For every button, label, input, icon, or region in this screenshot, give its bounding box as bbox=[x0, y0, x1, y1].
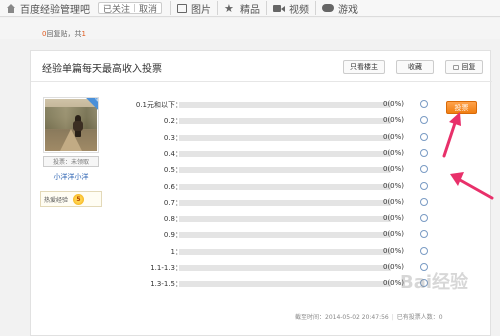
poll-option-label: 0.1元和以下： bbox=[135, 101, 182, 109]
poll-option-count: 0(0%) bbox=[383, 246, 405, 255]
nav-pictures[interactable]: 图片 bbox=[171, 0, 217, 17]
poll-option-label: 1.3-1.5： bbox=[150, 280, 182, 289]
followed-button[interactable]: 已关注 bbox=[99, 2, 134, 15]
poll-option-bar bbox=[179, 216, 391, 223]
top-nav: 百度经验管理吧 已关注 取消 图片 ★ 精品 视频 游戏 bbox=[0, 0, 500, 17]
poll-option-row: 1： 0(0%) bbox=[31, 244, 492, 260]
poll-option-bar bbox=[179, 118, 391, 125]
reply-count: 0回复贴，共1 bbox=[42, 29, 86, 39]
poll-option-radio[interactable] bbox=[420, 197, 428, 206]
poll-option-radio[interactable] bbox=[420, 165, 428, 174]
poll-option-row: 0.1元和以下： 0(0%) bbox=[31, 97, 492, 113]
poll-option-radio[interactable] bbox=[420, 181, 428, 190]
home-icon bbox=[6, 3, 16, 13]
nav-pictures-label: 图片 bbox=[191, 4, 212, 16]
poll-voters: 已有投票人数：0 bbox=[396, 314, 443, 321]
poll-deadline: 截至时间：2014-05-02 20:47:56 bbox=[295, 314, 389, 321]
poll-option-count: 0(0%) bbox=[383, 132, 405, 141]
poll-option-bar bbox=[179, 232, 391, 239]
poll-option-radio[interactable] bbox=[420, 246, 428, 255]
nav-featured-label: 精品 bbox=[240, 4, 261, 16]
poll-option-radio[interactable] bbox=[420, 214, 428, 223]
poll-option-count: 0(0%) bbox=[383, 197, 405, 206]
post-header: 经验单篇每天最高收入投票 只看楼主 收藏 回复 bbox=[31, 51, 492, 82]
poll-option-radio[interactable] bbox=[420, 230, 428, 239]
poll-option-bar bbox=[179, 167, 391, 174]
only-author-button[interactable]: 只看楼主 bbox=[343, 60, 385, 74]
watermark: Bai经验 bbox=[400, 272, 469, 293]
poll-option-count: 0(0%) bbox=[383, 100, 405, 108]
unfollow-button[interactable]: 取消 bbox=[135, 2, 161, 15]
nav-games-label: 游戏 bbox=[338, 4, 359, 16]
poll-option-bar bbox=[179, 102, 391, 108]
gamepad-icon bbox=[322, 4, 335, 12]
poll-footer: 截至时间：2014-05-02 20:47:56 | 已有投票人数：0 bbox=[295, 314, 443, 321]
poll-option-row: 0.4： 0(0%) bbox=[31, 146, 492, 162]
favorite-button[interactable]: 收藏 bbox=[396, 60, 434, 74]
poll-option-label: 1.1-1.3： bbox=[150, 264, 182, 272]
picture-icon bbox=[177, 3, 188, 13]
poll-option-count: 0(0%) bbox=[383, 148, 405, 157]
poll-option-count: 0(0%) bbox=[383, 181, 405, 190]
reply-count-label: 回复贴，共 bbox=[46, 30, 82, 38]
poll-option-count: 0(0%) bbox=[383, 165, 405, 174]
nav-forum-home[interactable]: 百度经验管理吧 bbox=[0, 0, 96, 17]
poll-option-bar bbox=[179, 199, 391, 206]
annotation-arrow-left bbox=[450, 172, 494, 200]
poll-option-row: 0.3： 0(0%) bbox=[31, 130, 492, 146]
poll-option-row: 0.2： 0(0%) bbox=[31, 113, 492, 129]
poll-option-row: 0.8： 0(0%) bbox=[31, 211, 492, 227]
poll-option-radio[interactable] bbox=[420, 132, 428, 141]
forum-name: 百度经验管理吧 bbox=[20, 4, 90, 16]
post-title: 经验单篇每天最高收入投票 bbox=[42, 64, 162, 75]
nav-videos-label: 视频 bbox=[289, 4, 310, 16]
video-icon bbox=[273, 4, 286, 12]
poll-option-row: 0.5： 0(0%) bbox=[31, 162, 492, 178]
poll-option-radio[interactable] bbox=[420, 148, 428, 157]
poll-option-bar bbox=[179, 134, 391, 141]
poll-option-bar bbox=[179, 265, 391, 271]
poll-option-row: 0.6： 0(0%) bbox=[31, 179, 492, 195]
nav-featured[interactable]: ★ 精品 bbox=[218, 0, 266, 17]
reply-icon bbox=[452, 64, 459, 70]
poll-option-count: 0(0%) bbox=[383, 230, 405, 239]
poll-option-bar bbox=[179, 248, 391, 255]
star-icon: ★ bbox=[224, 1, 234, 15]
poll-option-row: 0.9： 0(0%) bbox=[31, 227, 492, 243]
poll-option-bar bbox=[179, 183, 391, 190]
poll-option-radio[interactable] bbox=[420, 116, 428, 125]
follow-control: 已关注 取消 bbox=[98, 2, 163, 15]
poll-option-radio[interactable] bbox=[420, 100, 428, 108]
poll-option-count: 0(0%) bbox=[383, 116, 405, 125]
poll-option-count: 0(0%) bbox=[383, 214, 405, 223]
nav-videos[interactable]: 视频 bbox=[267, 0, 315, 17]
poll-option-bar bbox=[179, 281, 391, 288]
nav-games[interactable]: 游戏 bbox=[316, 0, 364, 17]
annotation-arrow-up bbox=[442, 112, 461, 158]
reply-button[interactable]: 回复 bbox=[445, 60, 483, 74]
poll-option-row: 0.7： 0(0%) bbox=[31, 195, 492, 211]
page-count: 1 bbox=[81, 30, 86, 38]
reply-button-label: 回复 bbox=[461, 63, 476, 71]
poll-option-bar bbox=[179, 150, 391, 157]
